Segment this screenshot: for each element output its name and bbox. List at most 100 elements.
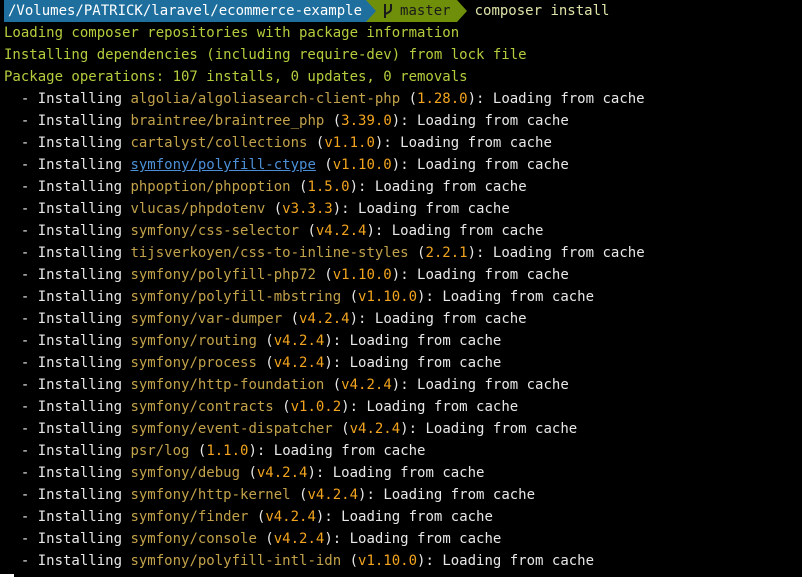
- install-line: - Installing braintree/braintree_php (3.…: [4, 110, 802, 132]
- install-line: - Installing phpoption/phpoption (1.5.0)…: [4, 176, 802, 198]
- install-status: : Loading from cache: [315, 465, 485, 481]
- install-list: - Installing algolia/algoliasearch-clien…: [4, 88, 802, 572]
- install-line: - Installing cartalyst/collections (v1.1…: [4, 132, 802, 154]
- package-name: vlucas/phpdotenv: [130, 201, 266, 217]
- install-status: : Loading from cache: [400, 157, 569, 173]
- install-prefix: - Installing: [4, 223, 131, 239]
- git-branch-icon: [384, 4, 393, 18]
- package-name: psr/log: [130, 443, 190, 459]
- package-name: symfony/polyfill-mbstring: [130, 289, 342, 305]
- install-prefix: - Installing: [4, 267, 131, 283]
- version-close-paren: ): [324, 355, 333, 371]
- package-version: v3.3.3: [282, 201, 333, 217]
- install-line: - Installing symfony/polyfill-intl-idn (…: [4, 550, 802, 572]
- install-status: : Loading from cache: [374, 223, 544, 239]
- install-status: : Loading from cache: [425, 289, 595, 305]
- install-status: : Loading from cache: [425, 553, 595, 569]
- version-close-paren: ): [324, 531, 333, 547]
- package-name: algolia/algoliasearch-client-php: [130, 91, 401, 107]
- install-status: : Loading from cache: [408, 421, 578, 437]
- install-line: - Installing symfony/polyfill-ctype (v1.…: [4, 154, 802, 176]
- package-name: symfony/debug: [130, 465, 241, 481]
- install-line: - Installing symfony/var-dumper (v4.2.4)…: [4, 308, 802, 330]
- package-name: symfony/css-selector: [130, 223, 300, 239]
- version-open-paren: (: [315, 157, 333, 173]
- package-name-link[interactable]: symfony/polyfill-ctype: [130, 157, 315, 173]
- version-close-paren: ): [366, 223, 375, 239]
- version-close-paren: ): [391, 113, 401, 129]
- install-line: - Installing algolia/algoliasearch-clien…: [4, 88, 802, 110]
- package-name: symfony/process: [130, 355, 257, 371]
- package-version: v1.10.0: [332, 157, 392, 173]
- version-open-paren: (: [273, 399, 291, 415]
- version-close-paren: ): [349, 311, 359, 327]
- install-status: : Loading from cache: [324, 509, 493, 525]
- install-line: - Installing symfony/debug (v4.2.4): Loa…: [4, 462, 802, 484]
- version-open-paren: (: [265, 201, 283, 217]
- prompt-command: composer install: [474, 3, 610, 19]
- package-version: v4.2.4: [273, 333, 325, 349]
- install-line: - Installing vlucas/phpdotenv (v3.3.3): …: [4, 198, 802, 220]
- package-version: v4.2.4: [349, 421, 401, 437]
- version-open-paren: (: [341, 289, 359, 305]
- install-prefix: - Installing: [4, 531, 131, 547]
- install-line: - Installing symfony/console (v4.2.4): L…: [4, 528, 802, 550]
- install-line: - Installing psr/log (1.1.0): Loading fr…: [4, 440, 802, 462]
- terminal-window[interactable]: /Volumes/PATRICK/laravel/ecommerce-examp…: [4, 0, 802, 577]
- package-version: v4.2.4: [315, 223, 367, 239]
- version-open-paren: (: [400, 91, 418, 107]
- install-status: : Loading from cache: [256, 443, 426, 459]
- prompt-path-separator: [366, 0, 377, 22]
- install-prefix: - Installing: [4, 157, 131, 173]
- prompt-path: /Volumes/PATRICK/laravel/ecommerce-examp…: [4, 0, 367, 22]
- package-name: cartalyst/collections: [130, 135, 308, 151]
- package-name: braintree/braintree_php: [130, 113, 325, 129]
- version-close-paren: ): [248, 443, 257, 459]
- install-prefix: - Installing: [4, 487, 131, 503]
- install-status: : Loading from cache: [332, 531, 502, 547]
- version-close-paren: ): [341, 399, 350, 415]
- prompt-branch-segment: master: [376, 0, 457, 22]
- package-version: v1.1.0: [324, 135, 375, 151]
- install-line: - Installing symfony/contracts (v1.0.2):…: [4, 396, 802, 418]
- package-version: v1.0.2: [290, 399, 342, 415]
- version-close-paren: ): [391, 157, 401, 173]
- install-status: : Loading from cache: [476, 91, 645, 107]
- version-close-paren: ): [332, 201, 342, 217]
- version-close-paren: ): [391, 267, 401, 283]
- install-prefix: - Installing: [4, 311, 131, 327]
- package-name: symfony/console: [130, 531, 257, 547]
- install-prefix: - Installing: [4, 201, 131, 217]
- package-version: v4.2.4: [307, 487, 359, 503]
- install-prefix: - Installing: [4, 377, 131, 393]
- install-status: : Loading from cache: [366, 487, 536, 503]
- install-prefix: - Installing: [4, 553, 131, 569]
- install-prefix: - Installing: [4, 355, 131, 371]
- install-prefix: - Installing: [4, 465, 131, 481]
- install-prefix: - Installing: [4, 421, 131, 437]
- install-status: : Loading from cache: [332, 333, 502, 349]
- package-version: 1.5.0: [307, 179, 350, 195]
- package-version: v4.2.4: [341, 377, 392, 393]
- output-message: Loading composer repositories with packa…: [4, 25, 460, 41]
- version-open-paren: (: [324, 113, 342, 129]
- package-name: symfony/polyfill-php72: [130, 267, 316, 283]
- install-prefix: - Installing: [4, 289, 131, 305]
- install-line: - Installing symfony/polyfill-mbstring (…: [4, 286, 802, 308]
- package-version: v1.10.0: [358, 553, 418, 569]
- package-version: v4.2.4: [256, 465, 308, 481]
- install-line: - Installing tijsverkoyen/css-to-inline-…: [4, 242, 802, 264]
- install-prefix: - Installing: [4, 509, 131, 525]
- version-close-paren: ): [391, 377, 401, 393]
- install-status: : Loading from cache: [400, 377, 569, 393]
- package-version: v1.10.0: [332, 267, 392, 283]
- install-prefix: - Installing: [4, 91, 131, 107]
- package-name: symfony/http-kernel: [130, 487, 291, 503]
- install-status: : Loading from cache: [349, 399, 519, 415]
- version-open-paren: (: [315, 267, 333, 283]
- package-version: 2.2.1: [425, 245, 468, 261]
- package-name: symfony/var-dumper: [130, 311, 283, 327]
- package-version: 3.39.0: [341, 113, 392, 129]
- install-prefix: - Installing: [4, 135, 131, 151]
- package-version: v4.2.4: [273, 355, 325, 371]
